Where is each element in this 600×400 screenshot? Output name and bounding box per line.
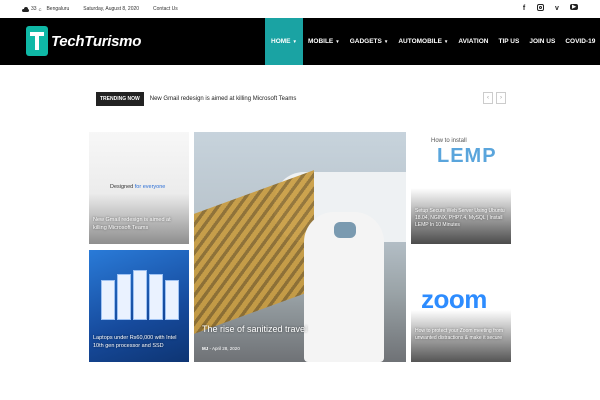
nav-item-aviation[interactable]: AVIATION xyxy=(453,18,493,65)
temperature-unit: C xyxy=(38,6,42,12)
article-author[interactable]: MJ xyxy=(202,346,208,351)
youtube-icon[interactable]: ▶ xyxy=(570,4,578,10)
featured-article-tile[interactable]: The rise of sanitized travel MJ - April … xyxy=(194,132,406,362)
weather-widget: 33 C Bengaluru xyxy=(22,6,69,12)
article-tile-gmail[interactable]: Designed for everyone New Gmail redesign… xyxy=(89,132,189,244)
facebook-icon[interactable]: f xyxy=(520,4,528,12)
trending-headline-link[interactable]: New Gmail redesign is aimed at killing M… xyxy=(150,96,297,102)
nav-item-mobile[interactable]: MOBILE ▼ xyxy=(303,18,345,65)
tile-image-text: How to install xyxy=(431,138,467,144)
main-navbar: TechTurismo HOME ▼ MOBILE ▼ GADGETS ▼ AUTOM… xyxy=(0,18,600,65)
top-bar: 33 C Bengaluru Saturday, August 8, 2020 … xyxy=(0,0,600,18)
chevron-down-icon: ▼ xyxy=(383,39,389,44)
article-meta: MJ - April 28, 2020 xyxy=(202,346,240,351)
trending-bar: TRENDING NOW New Gmail redesign is aimed… xyxy=(96,92,506,106)
chevron-down-icon: ▼ xyxy=(335,39,340,44)
article-title[interactable]: Laptops under Rs60,000 with Intel 10th g… xyxy=(93,334,185,350)
site-name: TechTurismo xyxy=(51,32,142,50)
nav-item-automobile[interactable]: AUTOMOBILE ▼ xyxy=(393,18,453,65)
instagram-icon[interactable] xyxy=(537,4,544,11)
nav-item-gadgets[interactable]: GADGETS ▼ xyxy=(345,18,394,65)
site-logo[interactable]: TechTurismo xyxy=(26,26,141,56)
chevron-down-icon: ▼ xyxy=(443,39,449,44)
main-menu: HOME ▼ MOBILE ▼ GADGETS ▼ AUTOMOBILE ▼ AVIAT… xyxy=(265,18,600,65)
nav-item-covid-19[interactable]: COVID-19 xyxy=(560,18,600,65)
city-name: Bengaluru xyxy=(46,6,70,12)
nav-item-join-us[interactable]: JOIN US xyxy=(524,18,560,65)
laptop-image xyxy=(101,268,179,320)
tile-image-text: Designed for everyone xyxy=(110,184,166,190)
article-title[interactable]: How to protect your Zoom meeting from un… xyxy=(415,328,509,342)
article-title[interactable]: The rise of sanitized travel xyxy=(202,324,307,335)
nav-item-tip-us[interactable]: TIP US xyxy=(493,18,524,65)
article-tile-laptops[interactable]: Laptops under Rs60,000 with Intel 10th g… xyxy=(89,250,189,362)
article-date: April 28, 2020 xyxy=(212,346,240,351)
chevron-left-icon[interactable]: ‹ xyxy=(483,92,493,104)
lemp-logo-text: LEMP xyxy=(437,145,497,167)
chevron-right-icon[interactable]: › xyxy=(496,92,506,104)
logo-mark-icon xyxy=(26,26,48,56)
face-shield-image xyxy=(334,222,356,238)
article-title[interactable]: Setup Secure Web Server Using Ubuntu 18.… xyxy=(415,208,509,229)
airstairs-image xyxy=(194,170,314,334)
chevron-down-icon: ▼ xyxy=(292,39,297,44)
nav-item-home[interactable]: HOME ▼ xyxy=(265,18,303,65)
trending-badge: TRENDING NOW xyxy=(96,92,144,106)
article-title[interactable]: New Gmail redesign is aimed at killing M… xyxy=(93,216,185,232)
temperature: 33 xyxy=(31,6,37,12)
cloud-icon xyxy=(22,6,29,12)
current-date: Saturday, August 8, 2020 xyxy=(83,6,140,12)
article-tile-lemp[interactable]: How to install LEMP Setup Secure Web Ser… xyxy=(411,132,511,244)
contact-us-link[interactable]: Contact Us xyxy=(153,6,178,12)
vimeo-icon[interactable]: v xyxy=(553,4,561,12)
article-tile-zoom[interactable]: zoom How to protect your Zoom meeting fr… xyxy=(411,250,511,362)
